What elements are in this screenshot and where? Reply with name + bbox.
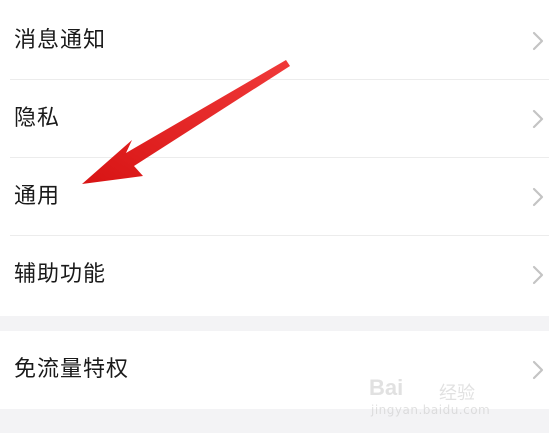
watermark-brand: Bai	[369, 375, 404, 400]
settings-screen: 消息通知 隐私 通用 辅助功能 免流量特权 Bai 经验 jingyan.bai…	[0, 0, 549, 433]
settings-item-general[interactable]: 通用	[0, 158, 549, 236]
settings-item-label: 辅助功能	[14, 262, 107, 287]
watermark-logo: Bai 经验 jingyan.baidu.com	[369, 371, 519, 421]
chevron-right-icon	[532, 360, 544, 380]
chevron-right-icon	[532, 31, 544, 51]
chevron-right-icon	[532, 109, 544, 129]
watermark-url: jingyan.baidu.com	[371, 403, 491, 417]
settings-group-main: 消息通知 隐私 通用 辅助功能	[0, 0, 549, 316]
settings-item-privacy[interactable]: 隐私	[0, 80, 549, 158]
watermark-sub: 经验	[439, 383, 475, 404]
settings-item-accessibility[interactable]: 辅助功能	[0, 236, 549, 314]
settings-item-notifications[interactable]: 消息通知	[0, 2, 549, 80]
settings-item-label: 通用	[14, 184, 61, 209]
settings-item-label: 免流量特权	[14, 357, 130, 382]
chevron-right-icon	[532, 265, 544, 285]
chevron-right-icon	[532, 187, 544, 207]
settings-item-label: 隐私	[14, 106, 61, 131]
settings-item-label: 消息通知	[14, 28, 107, 53]
